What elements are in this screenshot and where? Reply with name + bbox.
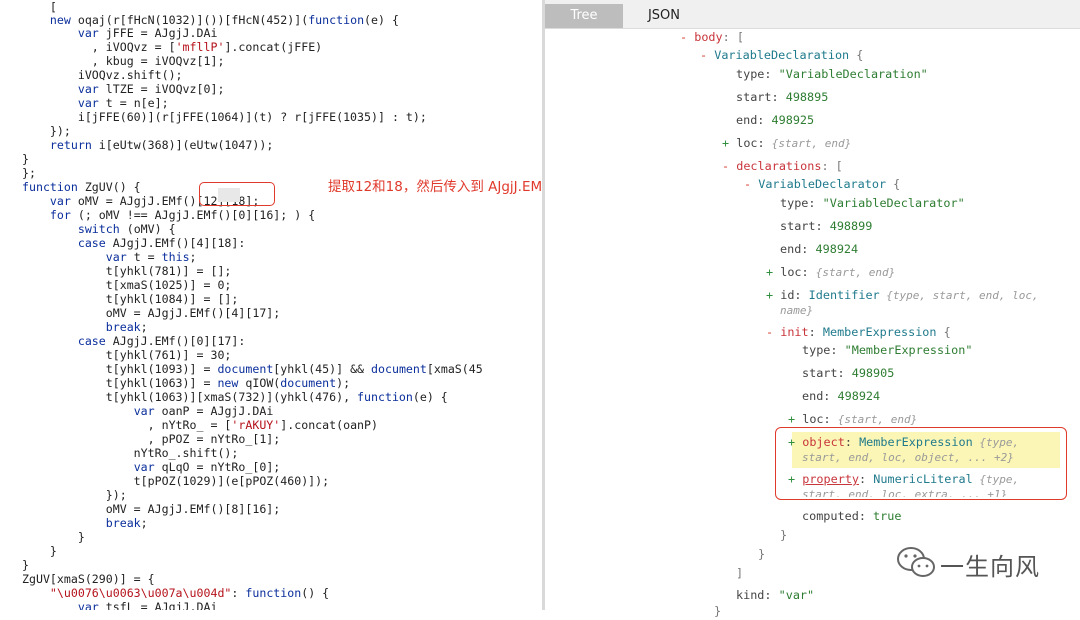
- code-line: var tsfL = AJgjJ.DAi: [77, 600, 218, 610]
- tree-row-type: type: "VariableDeclaration": [736, 67, 928, 81]
- code-line: i[jFFE(60)](r[jFFE(1064)](t) ? r[jFFE(10…: [22, 110, 427, 124]
- code-line: "\u0076\u0063\u007a\u004d": function() {: [49, 586, 330, 600]
- code-line: break;: [105, 320, 148, 334]
- tree-row-type-2: type: "VariableDeclarator": [780, 196, 965, 210]
- code-line: t[yhkl(761)] = 30;: [22, 348, 232, 362]
- code-line: }: [22, 152, 29, 166]
- code-line: }: [22, 544, 57, 558]
- code-line: return i[eUtw(368)](eUtw(1047));: [49, 138, 274, 152]
- tree-row-start-2: start: 498899: [780, 219, 873, 233]
- tab-json[interactable]: JSON: [625, 4, 703, 28]
- code-line: , kbug = iVOQvz[1];: [22, 54, 225, 68]
- tree-row-close-3: ]: [736, 566, 744, 580]
- code-line: case AJgjJ.EMf()[4][18]:: [77, 236, 246, 250]
- tree-row-loc[interactable]: + loc: {start, end}: [722, 134, 851, 152]
- tree-row-start-3: start: 498905: [802, 366, 895, 380]
- tree-row-close-2: }: [758, 547, 766, 561]
- code-line: , pPOZ = nYtRo_[1];: [22, 432, 281, 446]
- code-line: switch (oMV) {: [77, 222, 176, 236]
- code-line: var t = n[e];: [77, 96, 169, 110]
- wechat-icon: [897, 547, 935, 577]
- code-line: ZgUV[xmaS(290)] = {: [22, 572, 155, 586]
- code-line: var t = this;: [105, 250, 197, 264]
- tree-row-declarations[interactable]: - declarations: [: [722, 157, 843, 175]
- code-editor: [ new oqaj(r[fHcN(1032)]())[fHcN(452)](f…: [0, 0, 542, 610]
- code-line: t[yhkl(1093)] = document[yhkl(45)] && do…: [22, 362, 483, 376]
- code-line: function ZgUV() {: [22, 180, 141, 194]
- code-line: , iVOQvz = ['mfllP'].concat(jFFE): [22, 40, 323, 54]
- code-line: t[yhkl(1063)][xmaS(732)](yhkl(476), func…: [22, 390, 448, 404]
- code-line: }: [22, 530, 85, 544]
- tree-row-variabledeclaration[interactable]: - VariableDeclaration {: [700, 46, 863, 64]
- tree-row-end-3: end: 498924: [802, 389, 881, 403]
- code-line: t[yhkl(1063)] = new qIOW(document);: [22, 376, 351, 390]
- tree-row-start: start: 498895: [736, 90, 829, 104]
- property-highlight-box: [775, 427, 1067, 500]
- code-line: break;: [105, 516, 148, 530]
- tree-row-body[interactable]: - body: [: [680, 28, 744, 46]
- tree-row-type-3: type: "MemberExpression": [802, 343, 973, 357]
- code-line: oMV = AJgjJ.EMf()[8][16];: [22, 502, 281, 516]
- view-tabs: Tree JSON: [545, 0, 1080, 29]
- tree-row-kind: kind: "var": [736, 588, 815, 602]
- watermark-text: 一生向风: [940, 553, 1040, 581]
- code-line: var lTZE = iVOQvz[0];: [77, 82, 225, 96]
- code-line: }: [22, 558, 29, 572]
- tree-row-loc-2[interactable]: + loc: {start, end}: [766, 263, 895, 281]
- tab-tree[interactable]: Tree: [545, 4, 623, 28]
- watermark: 一生向风: [896, 543, 1056, 583]
- tree-row-loc-3[interactable]: + loc: {start, end}: [788, 410, 917, 428]
- tree-row-id-cont: name}: [780, 304, 814, 317]
- code-line: t[yhkl(1084)] = [];: [22, 292, 239, 306]
- tree-row-end-2: end: 498924: [780, 242, 859, 256]
- code-line: var jFFE = AJgjJ.DAi: [77, 26, 218, 40]
- tree-row-variabledeclarator[interactable]: - VariableDeclarator {: [744, 175, 900, 193]
- code-line: [: [22, 0, 57, 14]
- code-line: t[yhkl(781)] = [];: [22, 264, 232, 278]
- code-line: };: [22, 166, 36, 180]
- code-line: var oanP = AJgjJ.DAi: [133, 404, 274, 418]
- code-line: , nYtRo_ = ['rAKUY'].concat(oanP): [22, 418, 379, 432]
- tree-row-init[interactable]: - init: MemberExpression {: [766, 323, 951, 341]
- tree-row-close-4: }: [714, 604, 722, 618]
- code-line: });: [22, 488, 127, 502]
- code-line: for (; oMV !== AJgjJ.EMf()[0][16]; ) {: [49, 208, 316, 222]
- code-line: });: [22, 124, 71, 138]
- tree-row-computed: computed: true: [802, 509, 902, 523]
- index-highlight-box: [199, 182, 275, 206]
- code-line: case AJgjJ.EMf()[0][17]:: [77, 334, 246, 348]
- tree-row-end: end: 498925: [736, 113, 815, 127]
- code-line: t[pPOZ(1029)](e[pPOZ(460)]);: [22, 474, 330, 488]
- code-line: var qLqO = nYtRo_[0];: [133, 460, 281, 474]
- code-line: nYtRo_.shift();: [22, 446, 239, 460]
- code-line: oMV = AJgjJ.EMf()[4][17];: [22, 306, 281, 320]
- code-line: iVOQvz.shift();: [22, 68, 183, 82]
- code-line: new oqaj(r[fHcN(1032)]())[fHcN(452)](fun…: [49, 13, 399, 27]
- tree-row-close-1: }: [780, 528, 788, 542]
- code-line: t[xmaS(1025)] = 0;: [22, 278, 232, 292]
